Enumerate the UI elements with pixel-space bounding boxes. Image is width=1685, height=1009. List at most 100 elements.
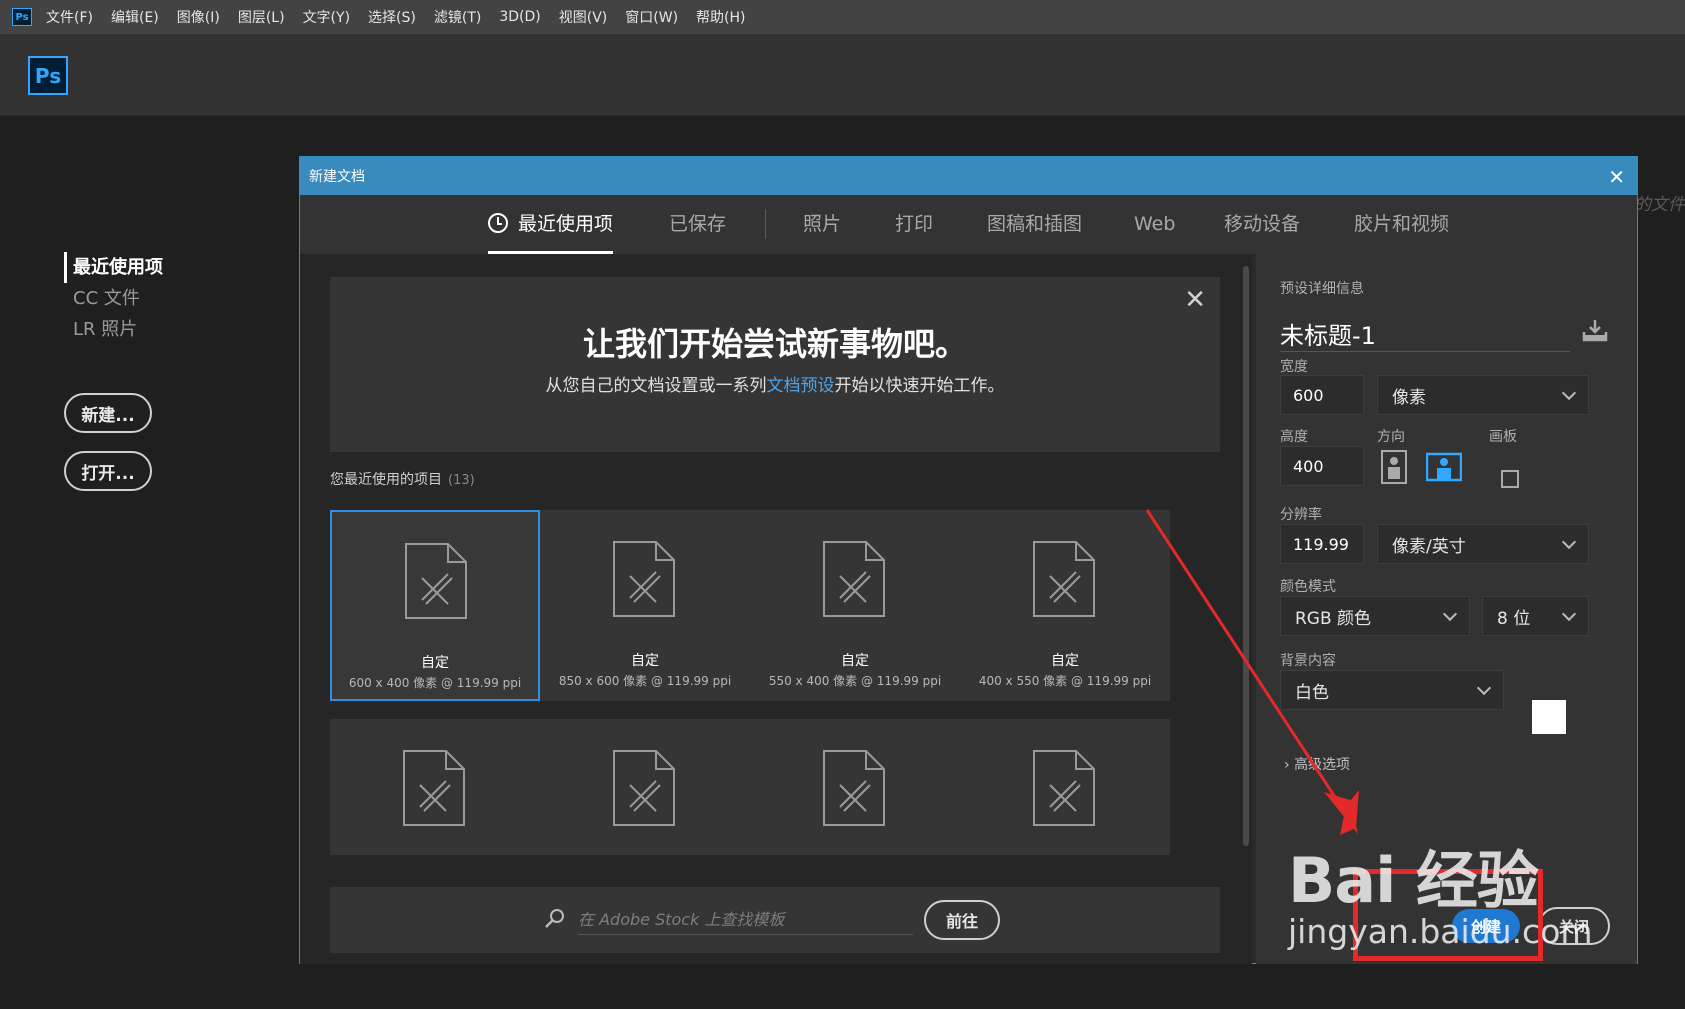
menu-bar: Ps 文件(F) 编辑(E) 图像(I) 图层(L) 文字(Y) 选择(S) 滤… bbox=[0, 0, 1685, 34]
preset-details-label: 预设详细信息 bbox=[1280, 281, 1364, 297]
landscape-orientation-icon[interactable] bbox=[1426, 450, 1462, 484]
watermark-brand: Bai 经验 bbox=[1288, 844, 1539, 917]
background-color-swatch[interactable] bbox=[1532, 700, 1566, 734]
go-button[interactable]: 前往 bbox=[924, 900, 1000, 940]
search-icon bbox=[545, 909, 564, 928]
tab-saved[interactable]: 已保存 bbox=[669, 195, 726, 254]
recent-item-card[interactable]: 自定 550 x 400 像素 @ 119.99 ppi bbox=[750, 510, 960, 701]
recent-item-card[interactable]: 自定 400 x 550 像素 @ 119.99 ppi bbox=[960, 510, 1170, 701]
document-icon bbox=[613, 750, 675, 826]
portrait-orientation-icon[interactable] bbox=[1378, 450, 1410, 484]
resolution-unit-select[interactable]: 像素/英寸 bbox=[1377, 524, 1589, 564]
artboard-label: 画板 bbox=[1489, 429, 1517, 445]
menu-help[interactable]: 帮助(H) bbox=[696, 7, 745, 27]
document-icon bbox=[403, 750, 465, 826]
background-select[interactable]: 白色 bbox=[1280, 670, 1504, 710]
close-icon[interactable]: ✕ bbox=[1184, 285, 1206, 315]
document-icon bbox=[613, 541, 675, 617]
preset-tabs: 最近使用项 已保存 照片 打印 图稿和插图 Web 移动设备 胶片和视频 bbox=[300, 195, 1637, 254]
tab-print[interactable]: 打印 bbox=[895, 195, 933, 254]
document-presets-link[interactable]: 文档预设 bbox=[767, 376, 835, 396]
open-button[interactable]: 打开... bbox=[64, 451, 152, 491]
height-input[interactable]: 400 bbox=[1280, 446, 1364, 486]
tab-art-illustration[interactable]: 图稿和插图 bbox=[987, 195, 1082, 254]
chevron-down-icon bbox=[1561, 534, 1577, 550]
sidebar-item-cc-files[interactable]: CC 文件 bbox=[64, 283, 163, 314]
tab-divider bbox=[765, 209, 766, 239]
advanced-options-toggle[interactable]: › 高级选项 bbox=[1284, 754, 1350, 774]
welcome-banner: 让我们开始尝试新事物吧。 从您自己的文档设置或一系列文档预设开始以快速开始工作。… bbox=[330, 277, 1220, 452]
sidebar-item-lr-photos[interactable]: LR 照片 bbox=[64, 314, 163, 345]
chevron-down-icon bbox=[1442, 606, 1458, 622]
card-name: 自定 bbox=[841, 653, 869, 669]
tab-recent-label: 最近使用项 bbox=[518, 213, 614, 235]
recent-count: (13) bbox=[448, 473, 475, 488]
scrollbar[interactable] bbox=[1240, 254, 1252, 964]
chevron-down-icon bbox=[1561, 606, 1577, 622]
document-icon bbox=[405, 543, 467, 619]
welcome-heading: 让我们开始尝试新事物吧。 bbox=[582, 325, 967, 363]
welcome-text: 从您自己的文档设置或一系列文档预设开始以快速开始工作。 bbox=[545, 376, 1005, 396]
tab-photo[interactable]: 照片 bbox=[803, 195, 841, 254]
menu-3d[interactable]: 3D(D) bbox=[499, 9, 540, 25]
card-name: 自定 bbox=[421, 655, 449, 671]
width-label: 宽度 bbox=[1280, 359, 1308, 375]
card-meta: 550 x 400 像素 @ 119.99 ppi bbox=[768, 674, 942, 688]
background-label: 背景内容 bbox=[1280, 653, 1336, 669]
background-text: 的文件 bbox=[1634, 195, 1685, 215]
menu-filter[interactable]: 滤镜(T) bbox=[434, 7, 481, 27]
menu-select[interactable]: 选择(S) bbox=[368, 7, 416, 27]
document-name-field[interactable]: 未标题-1 bbox=[1280, 316, 1570, 352]
tab-film-video[interactable]: 胶片和视频 bbox=[1354, 195, 1449, 254]
recent-pane: 让我们开始尝试新事物吧。 从您自己的文档设置或一系列文档预设开始以快速开始工作。… bbox=[300, 254, 1240, 964]
width-unit-select[interactable]: 像素 bbox=[1377, 375, 1589, 415]
photoshop-logo[interactable]: Ps bbox=[28, 56, 68, 95]
height-label: 高度 bbox=[1280, 429, 1308, 445]
tab-mobile[interactable]: 移动设备 bbox=[1224, 195, 1300, 254]
recent-item-card[interactable] bbox=[330, 719, 540, 855]
menu-view[interactable]: 视图(V) bbox=[559, 7, 608, 27]
dialog-title: 新建文档 bbox=[300, 157, 1637, 195]
menu-window[interactable]: 窗口(W) bbox=[625, 7, 678, 27]
recent-item-card[interactable]: 自定 850 x 600 像素 @ 119.99 ppi bbox=[540, 510, 750, 701]
new-button[interactable]: 新建... bbox=[64, 393, 152, 433]
document-icon bbox=[823, 541, 885, 617]
chevron-down-icon bbox=[1476, 680, 1492, 696]
width-input[interactable]: 600 bbox=[1280, 375, 1364, 415]
baidu-watermark: Bai 经验 jingyan.baidu.com bbox=[1288, 830, 1593, 951]
menu-file[interactable]: 文件(F) bbox=[46, 7, 93, 27]
tab-recent[interactable]: 最近使用项 bbox=[488, 195, 614, 254]
recent-item-card[interactable]: 自定 600 x 400 像素 @ 119.99 ppi bbox=[330, 510, 540, 701]
card-meta: 400 x 550 像素 @ 119.99 ppi bbox=[978, 674, 1152, 688]
recent-item-card[interactable] bbox=[750, 719, 960, 855]
menu-image[interactable]: 图像(I) bbox=[177, 7, 220, 27]
dialog-close-icon[interactable]: ✕ bbox=[1608, 165, 1625, 189]
menu-type[interactable]: 文字(Y) bbox=[303, 7, 350, 27]
tab-web[interactable]: Web bbox=[1134, 195, 1175, 254]
recent-item-card[interactable] bbox=[960, 719, 1170, 855]
resolution-input[interactable]: 119.99 bbox=[1280, 524, 1364, 564]
resolution-label: 分辨率 bbox=[1280, 507, 1322, 523]
scrollbar-thumb[interactable] bbox=[1243, 266, 1249, 846]
card-meta: 850 x 600 像素 @ 119.99 ppi bbox=[558, 674, 732, 688]
menu-layer[interactable]: 图层(L) bbox=[238, 7, 285, 27]
artboard-checkbox[interactable] bbox=[1501, 470, 1519, 488]
color-mode-label: 颜色模式 bbox=[1280, 579, 1336, 595]
watermark-url: jingyan.baidu.com bbox=[1288, 912, 1593, 951]
bit-depth-select[interactable]: 8 位 bbox=[1482, 596, 1589, 636]
save-preset-icon[interactable] bbox=[1581, 316, 1609, 344]
document-icon bbox=[1033, 750, 1095, 826]
home-top-bar: Ps bbox=[0, 34, 1685, 116]
recent-item-card[interactable] bbox=[540, 719, 750, 855]
color-mode-select[interactable]: RGB 颜色 bbox=[1280, 596, 1470, 636]
sidebar-item-recent[interactable]: 最近使用项 bbox=[64, 252, 163, 283]
stock-search-bar: 前往 bbox=[330, 887, 1220, 953]
document-icon bbox=[1033, 541, 1095, 617]
photoshop-app-icon[interactable]: Ps bbox=[12, 8, 32, 26]
start-sidebar: 最近使用项 CC 文件 LR 照片 bbox=[64, 252, 163, 345]
menu-edit[interactable]: 编辑(E) bbox=[111, 7, 159, 27]
card-name: 自定 bbox=[1051, 653, 1079, 669]
stock-search-input[interactable] bbox=[578, 905, 913, 935]
orientation-label: 方向 bbox=[1377, 429, 1405, 445]
card-meta: 600 x 400 像素 @ 119.99 ppi bbox=[348, 676, 522, 690]
